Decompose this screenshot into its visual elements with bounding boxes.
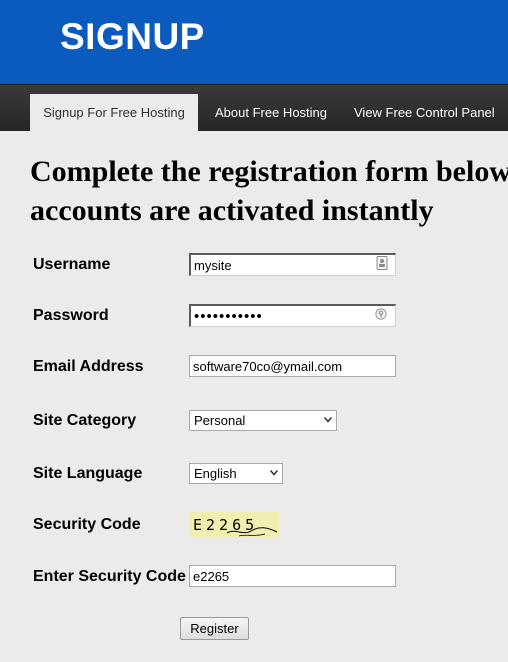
security-code-input[interactable] — [189, 565, 396, 587]
site-category-label: Site Category — [33, 412, 137, 429]
site-language-value: English — [194, 466, 237, 481]
site-category-select[interactable]: Personal — [189, 410, 337, 431]
site-language-label: Site Language — [33, 465, 143, 482]
email-input[interactable] — [189, 355, 396, 377]
username-label: Username — [33, 256, 111, 273]
tab-control-panel[interactable]: View Free Control Panel — [354, 94, 495, 131]
tab-about[interactable]: About Free Hosting — [215, 94, 327, 131]
password-label: Password — [33, 307, 109, 324]
heading-line-2: accounts are activated instantly — [30, 194, 434, 227]
page-heading: Complete the registration form below acc… — [30, 152, 508, 230]
password-input[interactable] — [189, 304, 396, 327]
site-language-select[interactable]: English — [189, 463, 283, 484]
security-code-label: Security Code — [33, 516, 141, 533]
site-title: SIGNUP — [60, 16, 205, 57]
email-label: Email Address — [33, 358, 144, 375]
chevron-down-icon — [270, 470, 278, 476]
captcha-noise — [226, 527, 278, 537]
chevron-down-icon — [324, 417, 332, 423]
enter-security-code-label: Enter Security Code — [33, 568, 186, 585]
site-category-value: Personal — [194, 413, 246, 428]
register-button[interactable]: Register — [180, 617, 249, 640]
key-icon — [375, 308, 387, 320]
nav-bar: Signup For Free Hosting About Free Hosti… — [0, 84, 508, 131]
user-card-icon — [376, 256, 388, 270]
captcha-image: E2265 — [189, 512, 279, 538]
tab-signup[interactable]: Signup For Free Hosting — [30, 94, 198, 131]
header-bar: SIGNUP — [0, 0, 508, 84]
username-input[interactable] — [189, 253, 396, 276]
heading-line-1: Complete the registration form below — [30, 155, 508, 188]
